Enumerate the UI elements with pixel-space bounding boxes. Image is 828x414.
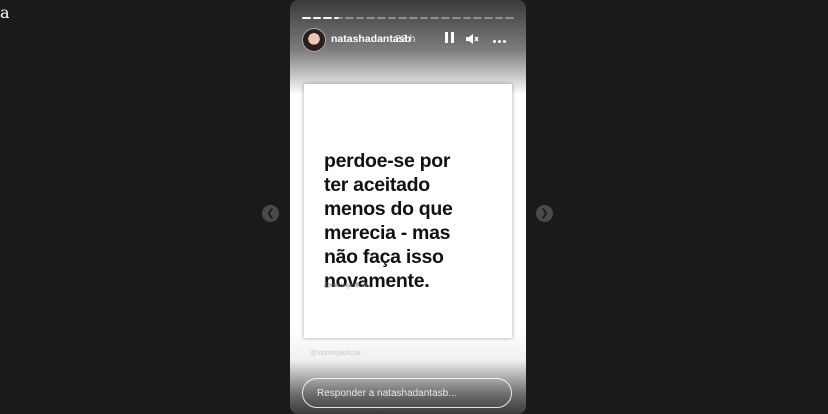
progress-segment (462, 17, 472, 19)
progress-segment (355, 17, 365, 19)
previous-story-button[interactable]: ❮ (262, 205, 279, 222)
progress-segment (344, 17, 354, 19)
progress-segment (441, 17, 450, 19)
story-credit: @xoinvejaoficial (324, 283, 368, 289)
story-timestamp: 23 h (395, 33, 416, 45)
progress-segment (387, 17, 397, 19)
brand-logo[interactable]: a (0, 4, 12, 22)
avatar[interactable] (302, 28, 326, 52)
progress-segment (376, 17, 386, 19)
story-viewer[interactable]: natashadantasb 23 h perdoe-se por ter ac… (290, 0, 526, 414)
next-story-button[interactable]: ❯ (536, 205, 553, 222)
progress-segment (302, 17, 311, 19)
progress-segment (323, 17, 333, 19)
progress-segment (409, 17, 418, 19)
progress-segment (366, 17, 375, 19)
progress-segment (398, 17, 408, 19)
progress-segment (334, 17, 343, 19)
progress-segment (451, 17, 461, 19)
more-icon (492, 30, 507, 48)
progress-segment (483, 17, 493, 19)
reply-input[interactable] (302, 378, 512, 408)
story-quote-text: perdoe-se por ter aceitado menos do que … (324, 150, 453, 292)
more-options-button[interactable] (491, 31, 507, 47)
progress-segment (505, 17, 515, 19)
faint-caption: @xoinvejaoficial (310, 350, 361, 357)
story-content-card: perdoe-se por ter aceitado menos do que … (304, 84, 512, 338)
chevron-right-icon: ❯ (540, 207, 549, 219)
progress-segment (430, 17, 440, 19)
progress-segment (312, 17, 322, 19)
story-progress-bar (302, 17, 515, 19)
progress-segment (473, 17, 482, 19)
mute-button[interactable] (464, 31, 480, 47)
mute-icon (466, 34, 479, 44)
chevron-left-icon: ❮ (266, 207, 275, 219)
progress-segment (419, 17, 429, 19)
pause-button[interactable] (441, 31, 457, 47)
progress-segment (494, 17, 504, 19)
pause-icon (443, 30, 455, 48)
